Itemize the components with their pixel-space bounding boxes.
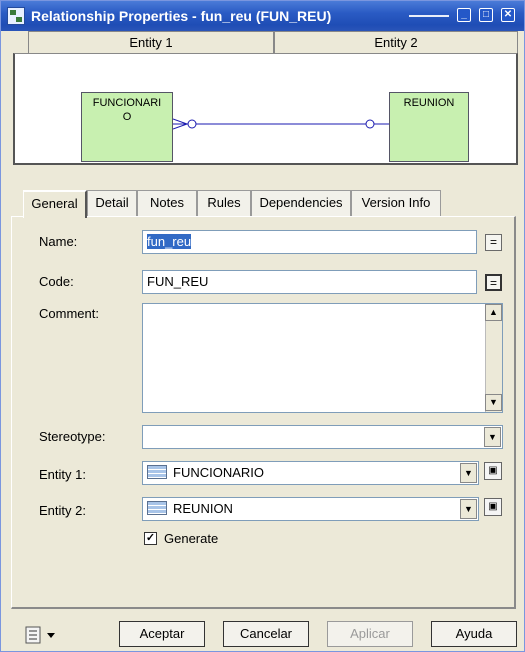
relationship-properties-window: Relationship Properties - fun_reu (FUN_R… (0, 0, 525, 652)
maximize-icon[interactable]: □ (479, 8, 493, 22)
entity2-header: Entity 2 (274, 31, 518, 54)
generate-label: Generate (164, 531, 219, 546)
apply-button[interactable]: Aplicar (327, 621, 413, 647)
comment-scrollbar[interactable]: ▲ ▼ (485, 304, 502, 412)
tab-dependencies[interactable]: Dependencies (251, 190, 351, 216)
tab-version-info[interactable]: Version Info (351, 190, 441, 216)
tab-notes[interactable]: Notes (137, 190, 197, 216)
relationship-diagram-preview: FUNCIONARI O REUNION (13, 53, 518, 165)
comment-label: Comment: (39, 306, 99, 321)
entity1-header: Entity 1 (28, 31, 274, 54)
code-label: Code: (39, 274, 74, 289)
accept-button[interactable]: Aceptar (119, 621, 205, 647)
tab-general[interactable]: General (23, 190, 87, 218)
title-bar[interactable]: Relationship Properties - fun_reu (FUN_R… (1, 1, 524, 31)
window-title: Relationship Properties - fun_reu (FUN_R… (31, 8, 332, 24)
list-menu-icon (25, 626, 55, 644)
entity-table-icon (147, 465, 167, 479)
entity2-properties-icon[interactable]: ▣ (484, 498, 502, 516)
entity1-value: FUNCIONARIO (173, 465, 264, 480)
help-button[interactable]: Ayuda (431, 621, 517, 647)
entity1-select[interactable]: FUNCIONARIO (142, 461, 479, 485)
name-label: Name: (39, 234, 78, 249)
stereotype-label: Stereotype: (39, 429, 106, 444)
entity1-label: Entity 1: (39, 467, 86, 482)
name-to-code-button[interactable]: = (485, 234, 502, 251)
entity1-box-line2: O (122, 111, 132, 123)
menu-button[interactable] (25, 625, 61, 645)
entity2-dropdown-icon[interactable]: ▼ (460, 499, 477, 519)
entity-table-icon (147, 501, 167, 515)
relationship-line (173, 118, 389, 130)
code-input[interactable]: FUN_REU (142, 270, 477, 294)
entity1-properties-icon[interactable]: ▣ (484, 462, 502, 480)
title-bar-decoration (409, 15, 449, 17)
code-equals-button[interactable]: = (485, 274, 502, 291)
cancel-button[interactable]: Cancelar (223, 621, 309, 647)
entity2-select[interactable]: REUNION (142, 497, 479, 521)
name-value: fun_reu (147, 234, 192, 249)
entity2-value: REUNION (173, 501, 233, 516)
entity1-box-line1: FUNCIONARI (92, 97, 162, 109)
entity1-dropdown-icon[interactable]: ▼ (460, 463, 477, 483)
entity2-label: Entity 2: (39, 503, 86, 518)
close-icon[interactable]: ✕ (501, 8, 515, 22)
scroll-down-icon[interactable]: ▼ (485, 394, 502, 411)
stereotype-dropdown-icon[interactable]: ▼ (484, 427, 501, 447)
scroll-up-icon[interactable]: ▲ (485, 304, 502, 321)
entity2-box: REUNION (389, 92, 469, 162)
tab-detail[interactable]: Detail (87, 190, 137, 216)
tab-rules[interactable]: Rules (197, 190, 251, 216)
name-input[interactable]: fun_reu (142, 230, 477, 254)
entity1-box: FUNCIONARI O (81, 92, 173, 162)
generate-checkbox[interactable]: ✓ (144, 532, 157, 545)
comment-textarea[interactable] (142, 303, 503, 413)
minimize-icon[interactable]: _ (457, 8, 471, 22)
relationship-app-icon (7, 7, 25, 25)
stereotype-combobox[interactable] (142, 425, 503, 449)
